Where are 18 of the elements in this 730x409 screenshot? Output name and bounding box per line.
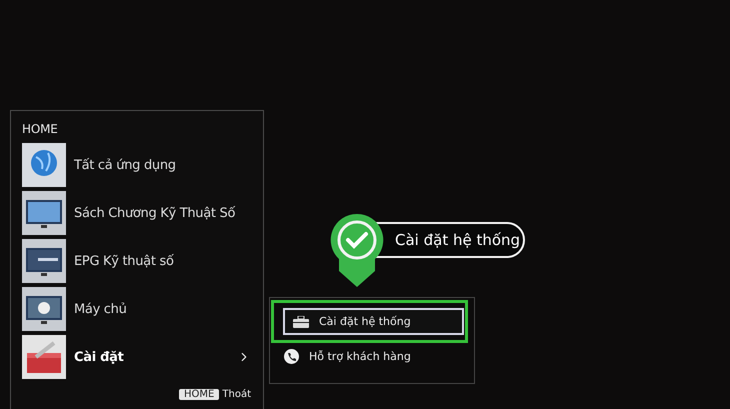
menu-title: HOME: [22, 122, 59, 136]
submenu-item[interactable]: Hỗ trợ khách hàng: [284, 349, 455, 364]
exit-label: Thoát: [222, 389, 251, 400]
menu-item[interactable]: Máy chủ: [74, 302, 251, 316]
phone-icon: [284, 349, 299, 364]
tv-icon: [22, 191, 66, 235]
menu-item[interactable]: EPG Kỹ thuật số: [74, 254, 251, 268]
home-key: HOME: [179, 389, 220, 400]
toolbox-icon: [22, 335, 66, 379]
toolbox-icon: [293, 316, 309, 328]
tv-icon: [22, 239, 66, 283]
menu-item[interactable]: Tất cả ứng dụng: [74, 158, 251, 172]
menu-item[interactable]: Cài đặt: [74, 350, 229, 364]
menu-item[interactable]: Sách Chương Kỹ Thuật Số: [74, 206, 251, 220]
tv-icon: [22, 287, 66, 331]
globe-icon: [22, 143, 66, 187]
checkmark-pin-icon: [329, 212, 385, 288]
submenu-item[interactable]: Cài đặt hệ thống: [283, 308, 464, 335]
